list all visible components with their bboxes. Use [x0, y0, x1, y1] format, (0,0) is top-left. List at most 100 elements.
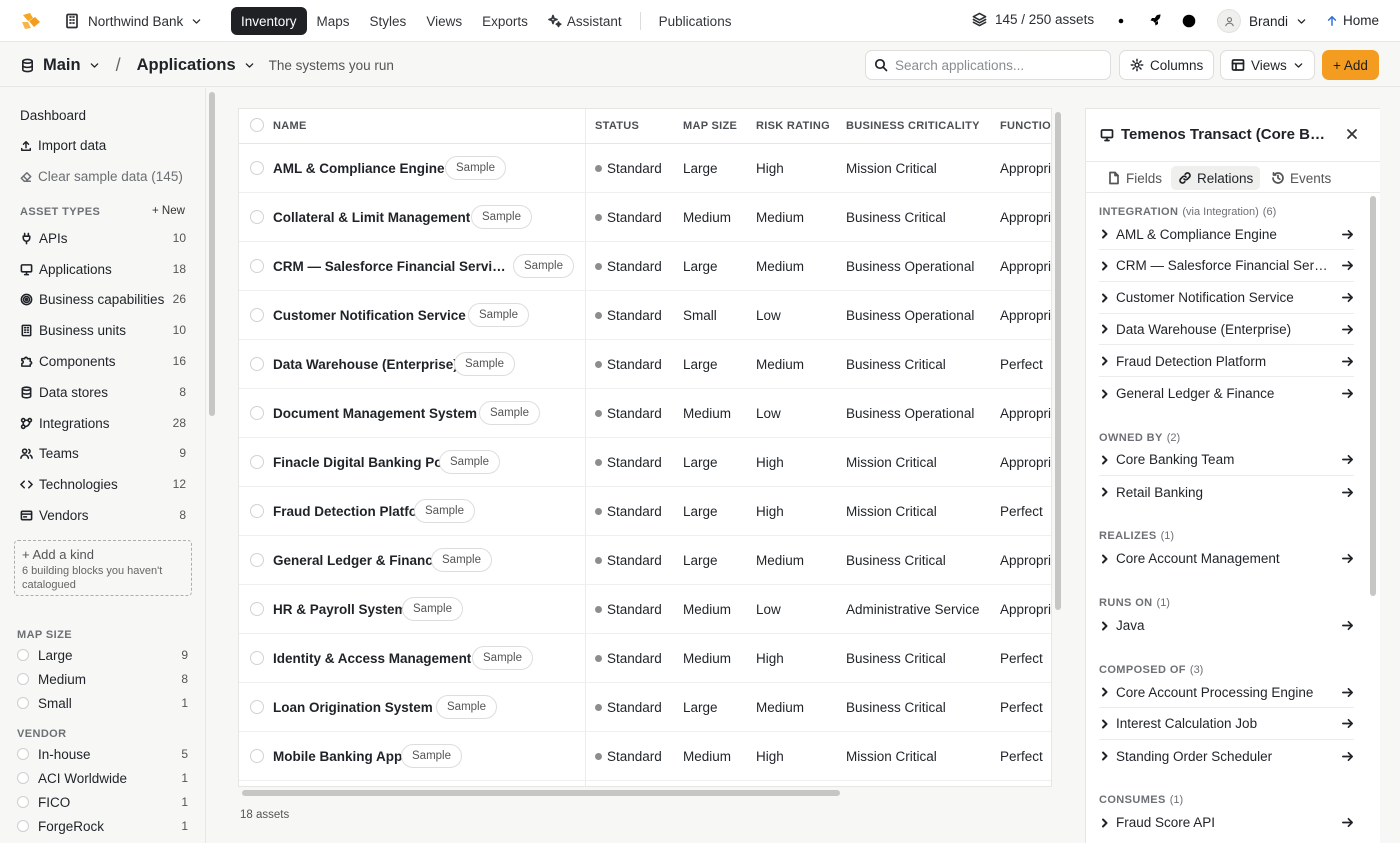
- tab-events[interactable]: Events: [1264, 166, 1338, 190]
- chevron-right-icon[interactable]: [1099, 486, 1111, 498]
- new-asset-type-button[interactable]: + New: [152, 205, 185, 217]
- relation-item[interactable]: Retail Banking: [1099, 477, 1354, 508]
- arrow-right-icon[interactable]: [1341, 686, 1354, 699]
- page-title[interactable]: Applications: [137, 56, 236, 75]
- relation-item[interactable]: Interest Calculation Job: [1099, 709, 1354, 740]
- arrow-right-icon[interactable]: [1341, 259, 1354, 272]
- asset-usage[interactable]: 145 / 250 assets: [972, 12, 1094, 27]
- row-name[interactable]: General Ledger & Finance: [273, 553, 440, 568]
- search-box[interactable]: [865, 50, 1111, 80]
- relation-item[interactable]: Core Account Management: [1099, 543, 1354, 574]
- sidebar-item-technologies[interactable]: Technologies 12: [20, 473, 186, 495]
- row-name[interactable]: AML & Compliance Engine: [273, 161, 445, 176]
- arrow-right-icon[interactable]: [1341, 717, 1354, 730]
- chevron-right-icon[interactable]: [1099, 323, 1111, 335]
- arrow-right-icon[interactable]: [1341, 355, 1354, 368]
- column-header-map-size[interactable]: MAP SIZE: [683, 120, 737, 132]
- relation-item[interactable]: Core Account Processing Engine: [1099, 677, 1354, 708]
- sidebar-item-vendors[interactable]: Vendors 8: [20, 504, 186, 526]
- arrow-right-icon[interactable]: [1341, 816, 1354, 829]
- tab-exports[interactable]: Exports: [472, 7, 538, 35]
- table-row[interactable]: HR & Payroll System Sample Standard Medium L…: [239, 585, 1051, 634]
- tab-views[interactable]: Views: [416, 7, 472, 35]
- row-checkbox[interactable]: [250, 749, 264, 763]
- chevron-right-icon[interactable]: [1099, 553, 1111, 565]
- chevron-right-icon[interactable]: [1099, 228, 1111, 240]
- filter-radio[interactable]: [17, 820, 29, 832]
- sidebar-item-teams[interactable]: Teams 9: [20, 442, 186, 464]
- sidebar-item-integrations[interactable]: Integrations 28: [20, 412, 186, 434]
- arrow-right-icon[interactable]: [1341, 387, 1354, 400]
- relation-item[interactable]: Java: [1099, 610, 1354, 641]
- row-checkbox[interactable]: [250, 602, 264, 616]
- rocket-icon[interactable]: [1147, 13, 1163, 29]
- sidebar-clear-sample[interactable]: Clear sample data (145): [20, 169, 183, 184]
- row-checkbox[interactable]: [250, 455, 264, 469]
- table-row[interactable]: General Ledger & Finance Sample Standard La…: [239, 536, 1051, 585]
- app-logo-icon[interactable]: [20, 11, 42, 31]
- user-menu[interactable]: Brandi: [1217, 9, 1307, 33]
- sidebar-import[interactable]: Import data: [20, 138, 106, 153]
- org-switcher[interactable]: Northwind Bank: [64, 10, 202, 32]
- row-checkbox[interactable]: [250, 553, 264, 567]
- chevron-right-icon[interactable]: [1099, 686, 1111, 698]
- table-row[interactable]: Loan Origination System Sample Standard Lar…: [239, 683, 1051, 732]
- arrow-right-icon[interactable]: [1341, 750, 1354, 763]
- sidebar-item-data-stores[interactable]: Data stores 8: [20, 381, 186, 403]
- home-link[interactable]: Home: [1326, 13, 1379, 28]
- row-name[interactable]: Loan Origination System: [273, 700, 433, 715]
- chevron-down-icon[interactable]: [244, 60, 255, 71]
- arrow-right-icon[interactable]: [1341, 552, 1354, 565]
- table-row[interactable]: CRM — Salesforce Financial Services ... S…: [239, 242, 1051, 291]
- sidebar-dashboard[interactable]: Dashboard: [20, 108, 86, 123]
- help-icon[interactable]: [1181, 13, 1197, 29]
- tab-maps[interactable]: Maps: [307, 7, 360, 35]
- chevron-right-icon[interactable]: [1099, 620, 1111, 632]
- table-row[interactable]: Mobile Banking App Sample Standard Medium Hi…: [239, 732, 1051, 781]
- arrow-right-icon[interactable]: [1341, 486, 1354, 499]
- chevron-right-icon[interactable]: [1099, 817, 1111, 829]
- relation-item[interactable]: General Ledger & Finance: [1099, 378, 1354, 409]
- row-checkbox[interactable]: [250, 161, 264, 175]
- chevron-right-icon[interactable]: [1099, 260, 1111, 272]
- table-row[interactable]: Identity & Access Management Sample Standa…: [239, 634, 1051, 683]
- row-checkbox[interactable]: [250, 259, 264, 273]
- arrow-right-icon[interactable]: [1341, 453, 1354, 466]
- filter-radio[interactable]: [17, 796, 29, 808]
- row-checkbox[interactable]: [250, 406, 264, 420]
- column-header-name[interactable]: NAME: [273, 120, 307, 132]
- add-button[interactable]: + Add: [1322, 50, 1379, 80]
- arrow-right-icon[interactable]: [1341, 323, 1354, 336]
- arrow-right-icon[interactable]: [1341, 619, 1354, 632]
- tab-fields[interactable]: Fields: [1100, 166, 1169, 190]
- sidebar-scrollbar[interactable]: [209, 92, 215, 416]
- table-row[interactable]: AML & Compliance Engine Sample Standard Lar…: [239, 144, 1051, 193]
- sidebar-item-business-units[interactable]: Business units 10: [20, 319, 186, 341]
- row-checkbox[interactable]: [250, 308, 264, 322]
- table-vertical-scrollbar[interactable]: [1055, 112, 1061, 610]
- table-row[interactable]: Finacle Digital Banking Portal Sample Stan…: [239, 438, 1051, 487]
- row-name[interactable]: Customer Notification Service: [273, 308, 466, 323]
- filter-map-size-small[interactable]: Small 1: [17, 694, 188, 712]
- columns-button[interactable]: Columns: [1119, 50, 1215, 80]
- relation-item[interactable]: Fraud Score API: [1099, 807, 1354, 838]
- arrow-right-icon[interactable]: [1341, 228, 1354, 241]
- chevron-right-icon[interactable]: [1099, 454, 1111, 466]
- table-row[interactable]: Customer Notification Service Sample Stand…: [239, 291, 1051, 340]
- filter-map-size-large[interactable]: Large 9: [17, 646, 188, 664]
- table-row[interactable]: Fraud Detection Platform Sample Standard La…: [239, 487, 1051, 536]
- relation-item[interactable]: CRM — Salesforce Financial Services Clou…: [1099, 251, 1354, 282]
- arrow-right-icon[interactable]: [1341, 291, 1354, 304]
- sidebar-item-applications[interactable]: Applications 18: [20, 258, 186, 280]
- row-checkbox[interactable]: [250, 504, 264, 518]
- workspace-name[interactable]: Main: [43, 56, 81, 75]
- row-checkbox[interactable]: [250, 357, 264, 371]
- search-input[interactable]: [895, 57, 1095, 73]
- relation-item[interactable]: AML & Compliance Engine: [1099, 219, 1354, 250]
- column-header-risk-rating[interactable]: RISK RATING: [756, 120, 830, 132]
- sidebar-item-apis[interactable]: APIs 10: [20, 227, 186, 249]
- column-header-business-criticality[interactable]: BUSINESS CRITICALITY: [846, 120, 980, 132]
- table-row[interactable]: Collateral & Limit Management Sample Stand…: [239, 193, 1051, 242]
- tab-assistant[interactable]: Assistant: [538, 7, 632, 35]
- tab-styles[interactable]: Styles: [360, 7, 417, 35]
